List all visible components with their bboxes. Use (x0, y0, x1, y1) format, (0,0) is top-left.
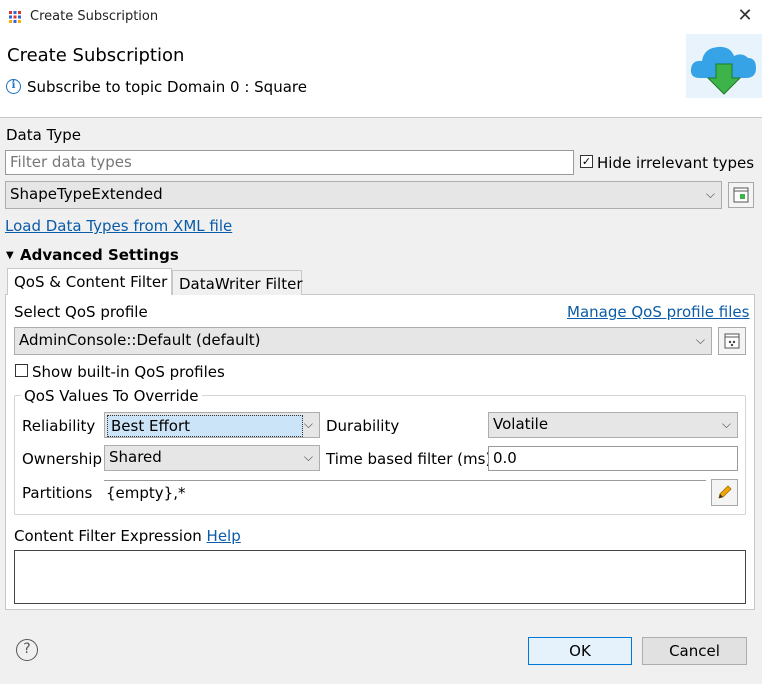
advanced-settings-label[interactable]: Advanced Settings (20, 246, 179, 264)
filter-placeholder: Filter data types (10, 153, 132, 171)
chevron-down-icon: ⌵ (705, 187, 715, 201)
time-filter-input[interactable]: 0.0 (488, 446, 738, 471)
select-qos-profile-label: Select QoS profile (14, 303, 148, 321)
ok-button[interactable]: OK (528, 637, 632, 665)
partitions-label: Partitions (22, 484, 93, 502)
time-filter-label: Time based filter (ms) (326, 450, 492, 468)
partitions-input[interactable]: {empty},* (104, 480, 706, 508)
durability-value: Volatile (493, 415, 549, 433)
ownership-value: Shared (109, 448, 162, 466)
data-type-value: ShapeTypeExtended (10, 185, 163, 203)
reliability-label: Reliability (22, 417, 96, 435)
chevron-down-icon: ⌵ (695, 333, 705, 347)
edit-partitions-button[interactable] (711, 479, 738, 506)
app-grid-icon (8, 10, 22, 24)
collapse-arrow-icon[interactable]: ▼ (6, 250, 14, 261)
window-title: Create Subscription (30, 9, 159, 24)
ownership-label: Ownership (22, 450, 102, 468)
show-builtin-checkbox[interactable] (15, 364, 28, 377)
info-icon: i (6, 79, 21, 94)
chevron-down-icon: ⌵ (303, 450, 313, 464)
help-icon[interactable]: ? (16, 639, 38, 661)
durability-label: Durability (326, 417, 400, 435)
cloud-download-icon (686, 34, 762, 98)
qos-override-title: QoS Values To Override (21, 387, 202, 405)
browse-profile-icon (724, 333, 740, 349)
chevron-down-icon: ⌵ (303, 417, 313, 431)
content-filter-textarea[interactable] (14, 550, 746, 604)
data-type-select[interactable]: ShapeTypeExtended ⌵ (5, 181, 722, 209)
manage-qos-link[interactable]: Manage QoS profile files (567, 303, 749, 321)
load-xml-link[interactable]: Load Data Types from XML file (5, 217, 232, 235)
page-title: Create Subscription (7, 45, 185, 66)
filter-data-types-input[interactable]: Filter data types (5, 150, 574, 175)
tab-datawriter-filter[interactable]: DataWriter Filter (172, 270, 303, 295)
show-builtin-label: Show built-in QoS profiles (32, 363, 225, 381)
close-icon[interactable]: ✕ (734, 5, 756, 27)
browse-type-button[interactable] (728, 182, 754, 208)
durability-select[interactable]: Volatile ⌵ (488, 412, 738, 438)
cancel-button[interactable]: Cancel (642, 637, 747, 665)
qos-profile-select[interactable]: AdminConsole::Default (default) ⌵ (14, 327, 712, 355)
pencil-icon (718, 485, 732, 499)
reliability-value: Best Effort (107, 415, 303, 437)
data-type-label: Data Type (6, 126, 82, 144)
help-link[interactable]: Help (207, 527, 241, 545)
qos-profile-value: AdminConsole::Default (default) (19, 331, 261, 349)
browse-profile-button[interactable] (718, 327, 746, 355)
content-filter-label: Content Filter Expression Help (14, 527, 241, 545)
tab-qos-content-filter[interactable]: QoS & Content Filter (7, 268, 172, 295)
hide-irrelevant-checkbox[interactable]: ✓ (580, 155, 593, 168)
hide-irrelevant-label: Hide irrelevant types (597, 154, 755, 172)
browse-type-icon (733, 187, 749, 203)
ownership-select[interactable]: Shared ⌵ (104, 445, 320, 471)
reliability-select[interactable]: Best Effort ⌵ (104, 412, 320, 438)
chevron-down-icon: ⌵ (721, 417, 731, 431)
header-subtitle: Subscribe to topic Domain 0 : Square (27, 78, 307, 96)
content-filter-text: Content Filter Expression (14, 527, 202, 545)
